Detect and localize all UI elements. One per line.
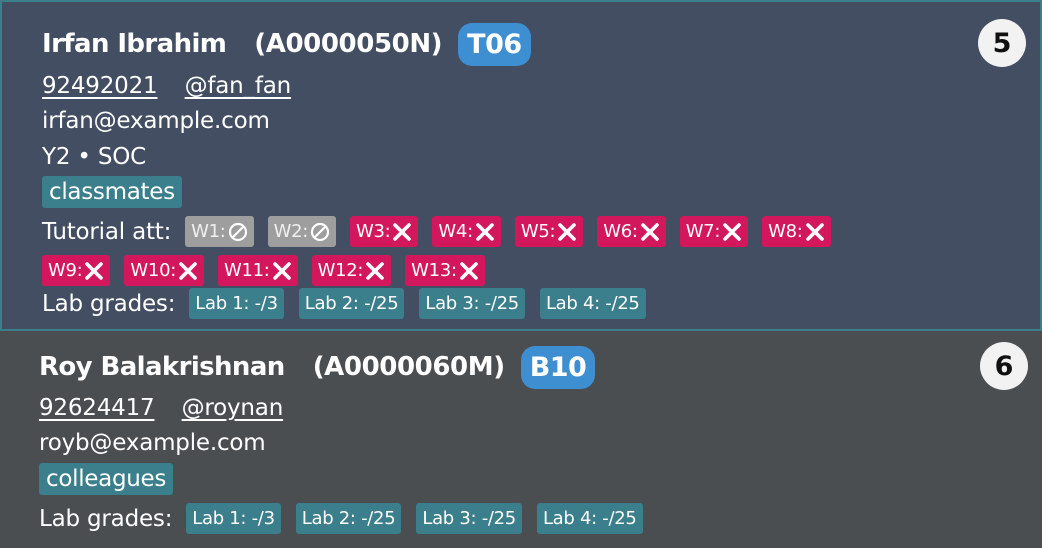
lab-grades-row: Lab grades: Lab 1: -/3 Lab 2: -/25 Lab 3… xyxy=(42,288,661,319)
tag-chip: colleagues xyxy=(39,463,174,495)
attendance-week-label: W10: xyxy=(130,260,176,281)
cross-icon xyxy=(393,222,412,241)
attendance-chip-absent: W5: xyxy=(514,216,584,247)
name-row: Irfan Ibrahim (A0000050N) T06 xyxy=(42,18,531,70)
attendance-week-label: W6: xyxy=(603,221,638,242)
phone-link[interactable]: 92492021 xyxy=(42,73,158,99)
attendance-week-label: W12: xyxy=(317,260,364,281)
student-name: Roy Balakrishnan xyxy=(39,352,285,382)
year-faculty: Y2 • SOC xyxy=(42,144,147,170)
phone-link[interactable]: 92624417 xyxy=(39,395,155,421)
cross-icon xyxy=(459,261,478,280)
attendance-chip-absent: W4: xyxy=(432,216,501,247)
email: irfan@example.com xyxy=(42,108,270,134)
attendance-chip-excused: W1: xyxy=(185,216,254,247)
matric-number: (A0000050N) xyxy=(254,29,443,59)
prohibited-circle-icon xyxy=(228,222,247,241)
attendance-chip-absent: W13: xyxy=(405,255,485,286)
card-index: 5 xyxy=(978,19,1026,67)
lab-grade-chip: Lab 4: -/25 xyxy=(539,288,646,319)
cross-icon xyxy=(366,261,384,280)
tutorial-badge: T06 xyxy=(458,22,531,66)
tutorial-badge: B10 xyxy=(520,345,596,389)
attendance-week-label: W5: xyxy=(520,221,556,242)
lab-grades-label: Lab grades: xyxy=(42,290,176,317)
cross-icon xyxy=(723,222,741,241)
tag-chip: classmates xyxy=(42,176,182,208)
attendance-chip-absent: W7: xyxy=(679,216,749,247)
attendance-label: Tutorial att: xyxy=(42,218,172,245)
attendance-week-label: W4: xyxy=(438,221,473,242)
attendance-chip-absent: W8: xyxy=(762,216,831,247)
contact-row: 92492021 @fan_fan xyxy=(42,73,291,99)
cross-icon xyxy=(640,222,659,241)
attendance-chip-absent: W6: xyxy=(597,216,666,247)
attendance-chip-absent: W9: xyxy=(42,255,111,286)
lab-grades-label: Lab grades: xyxy=(39,505,173,532)
card-index: 6 xyxy=(980,342,1028,390)
lab-grade-chip: Lab 3: -/25 xyxy=(416,503,522,534)
lab-grade-chip: Lab 2: -/25 xyxy=(298,288,405,319)
attendance-chip-absent: W10: xyxy=(124,255,204,286)
prohibited-circle-icon xyxy=(310,222,330,241)
attendance-week-label: W8: xyxy=(768,221,803,242)
cross-icon xyxy=(179,261,197,280)
lab-grade-chip: Lab 1: -/3 xyxy=(186,503,281,534)
attendance-chip-absent: W3: xyxy=(350,216,419,247)
email: royb@example.com xyxy=(39,430,266,456)
attendance-chip-absent: W12: xyxy=(311,255,392,286)
attendance-week-label: W11: xyxy=(224,260,270,281)
lab-grade-chip: Lab 1: -/3 xyxy=(189,288,284,319)
attendance-week-label: W9: xyxy=(48,260,83,281)
cross-icon xyxy=(805,222,824,241)
attendance-row-2: W9: W10: W11: W12: W13: xyxy=(42,255,499,286)
attendance-week-label: W13: xyxy=(411,260,457,281)
telegram-link[interactable]: @fan_fan xyxy=(185,73,292,99)
lab-grade-chip: Lab 4: -/25 xyxy=(536,503,643,534)
student-card-selected[interactable]: Irfan Ibrahim (A0000050N) T06 5 92492021… xyxy=(0,0,1042,331)
telegram-link[interactable]: @roynan xyxy=(182,395,284,421)
cross-icon xyxy=(85,261,104,280)
attendance-row-1: Tutorial att: W1: W2: W3: W4: W5: W6: W7: W8: xyxy=(42,216,845,247)
attendance-week-label: W3: xyxy=(356,221,391,242)
contact-row: 92624417 @roynan xyxy=(39,395,283,421)
attendance-week-label: W1: xyxy=(191,221,226,242)
attendance-week-label: W2: xyxy=(273,221,309,242)
cross-icon xyxy=(476,222,494,241)
attendance-chip-excused: W2: xyxy=(267,216,336,247)
matric-number: (A0000060M) xyxy=(312,352,505,382)
lab-grade-chip: Lab 2: -/25 xyxy=(295,503,402,534)
cross-icon xyxy=(272,261,291,280)
lab-grades-row: Lab grades: Lab 1: -/3 Lab 2: -/25 Lab 3… xyxy=(39,503,658,534)
cross-icon xyxy=(558,222,577,241)
student-name: Irfan Ibrahim xyxy=(42,29,227,59)
lab-grade-chip: Lab 3: -/25 xyxy=(419,288,525,319)
name-row: Roy Balakrishnan (A0000060M) B10 xyxy=(39,341,596,393)
attendance-chip-absent: W11: xyxy=(218,255,298,286)
student-card[interactable]: Roy Balakrishnan (A0000060M) B10 6 92624… xyxy=(0,331,1042,548)
attendance-week-label: W7: xyxy=(685,221,721,242)
